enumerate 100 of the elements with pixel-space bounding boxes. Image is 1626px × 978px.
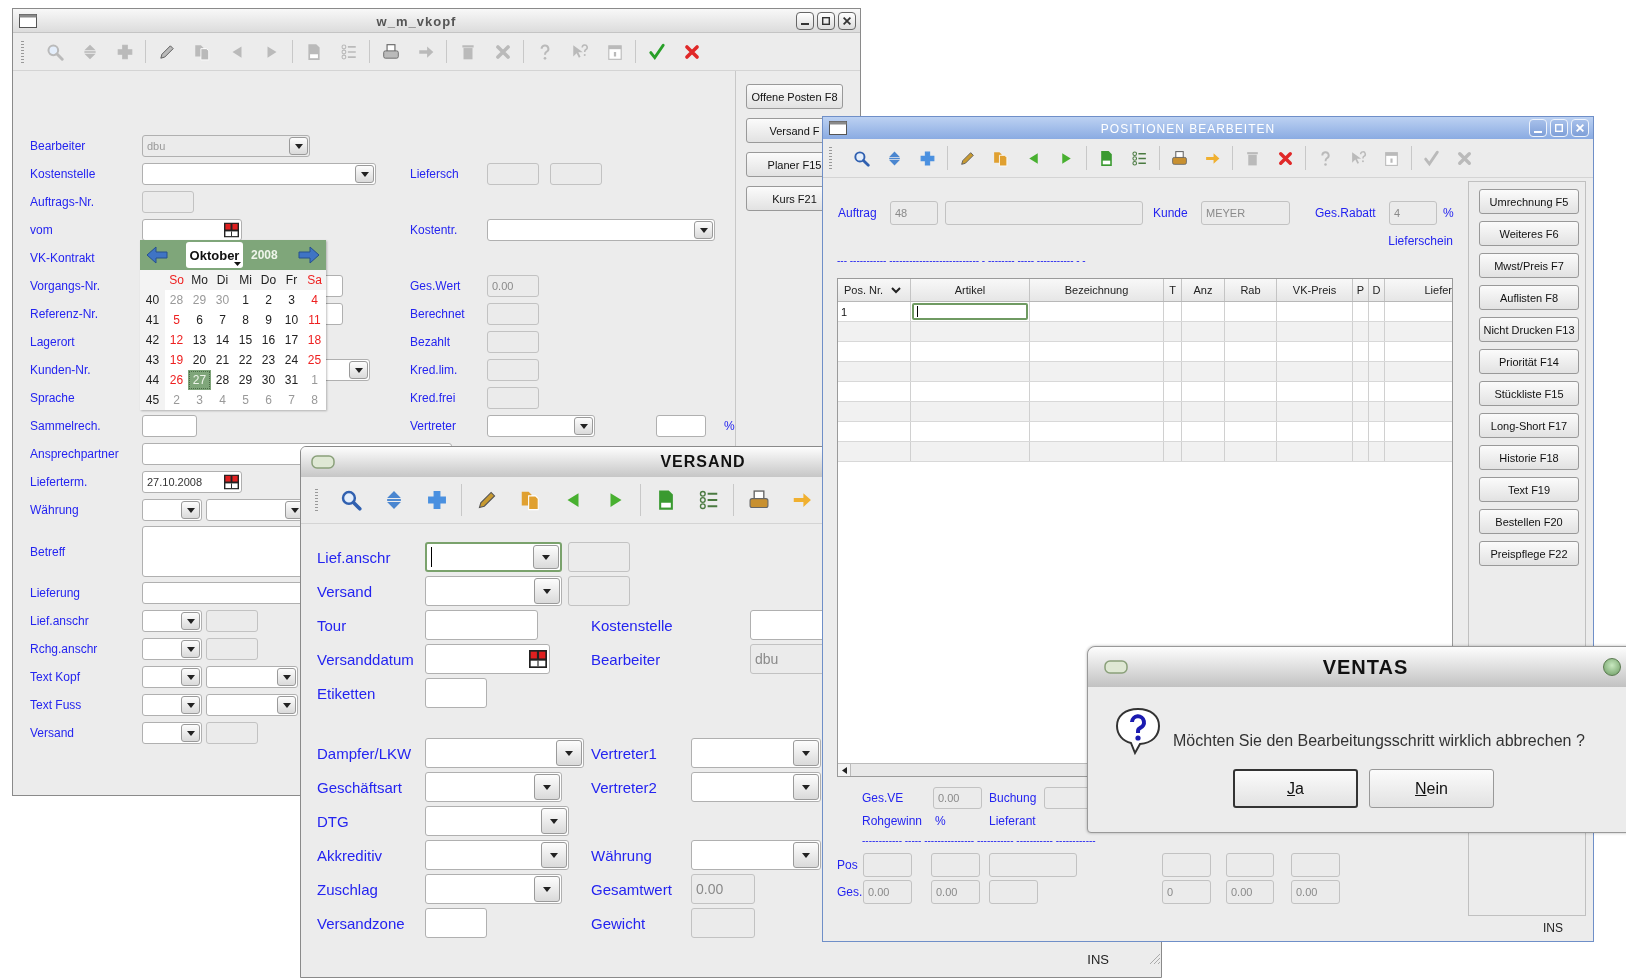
dropdown-field[interactable] — [142, 722, 202, 744]
dropdown-button[interactable] — [181, 668, 200, 686]
text-field[interactable] — [425, 678, 487, 708]
list-icon[interactable] — [1131, 149, 1148, 167]
close-button[interactable] — [838, 11, 856, 30]
action-button[interactable]: Priorität F14 — [1479, 349, 1579, 374]
dropdown-field[interactable] — [487, 219, 715, 241]
resize-grip-icon[interactable] — [1149, 953, 1161, 965]
dropdown-button[interactable] — [556, 740, 582, 766]
dropdown-field[interactable] — [425, 806, 569, 836]
dropdown-field[interactable] — [142, 610, 202, 632]
dropdown-button[interactable] — [534, 876, 560, 902]
calendar-day[interactable]: 5 — [165, 310, 188, 330]
checkmark-icon[interactable] — [647, 42, 666, 61]
calendar-day[interactable]: 17 — [280, 330, 303, 350]
column-header[interactable]: P — [1353, 279, 1369, 301]
left-arrow-icon[interactable] — [146, 246, 168, 264]
dropdown-field[interactable] — [691, 738, 821, 768]
calendar-day[interactable]: 22 — [234, 350, 257, 370]
calendar-day[interactable]: 1 — [234, 290, 257, 310]
search-icon[interactable] — [339, 489, 362, 511]
calendar-day[interactable]: 29 — [234, 370, 257, 390]
text-field[interactable] — [425, 610, 538, 640]
printer-icon[interactable] — [747, 489, 770, 511]
date-field[interactable] — [425, 644, 550, 674]
dropdown-field[interactable] — [142, 163, 376, 185]
column-header[interactable]: Bezeichnung — [1030, 279, 1164, 301]
action-button[interactable]: Nicht Drucken F13 — [1479, 317, 1579, 342]
cell-editor[interactable] — [912, 303, 1028, 320]
column-header[interactable]: Liefer — [1385, 279, 1452, 301]
dropdown-field[interactable] — [142, 499, 202, 521]
dropdown-button[interactable] — [355, 165, 374, 183]
dropdown-button[interactable] — [277, 696, 296, 714]
calendar-day[interactable]: 20 — [188, 350, 211, 370]
column-header[interactable]: VK-Preis — [1277, 279, 1353, 301]
calendar-day[interactable]: 2 — [257, 290, 280, 310]
calendar-day[interactable]: 6 — [188, 310, 211, 330]
dropdown-button[interactable] — [534, 578, 560, 604]
dropdown-field[interactable] — [425, 874, 562, 904]
dropdown-button[interactable] — [181, 696, 200, 714]
calendar-day[interactable]: 26 — [165, 370, 188, 390]
action-button[interactable]: Bestellen F20 — [1479, 509, 1579, 534]
plus-icon[interactable] — [425, 489, 448, 511]
action-button[interactable]: Weiteres F6 — [1479, 221, 1579, 246]
action-button[interactable]: Umrechnung F5 — [1479, 189, 1579, 214]
calendar-day[interactable]: 13 — [188, 330, 211, 350]
calendar-icon[interactable] — [224, 474, 239, 490]
dropdown-button[interactable] — [277, 668, 296, 686]
plus-icon[interactable] — [919, 149, 936, 167]
calendar-day[interactable]: 15 — [234, 330, 257, 350]
column-header[interactable]: D — [1369, 279, 1385, 301]
dropdown-field[interactable] — [142, 694, 202, 716]
window-control-button[interactable] — [1603, 658, 1621, 676]
calendar-day[interactable]: 9 — [257, 310, 280, 330]
toolbar-grip[interactable] — [829, 147, 832, 169]
dropdown-field[interactable] — [142, 666, 202, 688]
delete-icon[interactable] — [1277, 149, 1294, 167]
dropdown-field[interactable] — [487, 415, 595, 437]
dropdown-button[interactable] — [541, 808, 567, 834]
dropdown-field[interactable] — [206, 666, 298, 688]
toolbar-grip[interactable] — [21, 40, 24, 63]
text-field[interactable] — [425, 908, 487, 938]
dropdown-button[interactable] — [793, 774, 819, 800]
column-header[interactable]: Rab — [1225, 279, 1277, 301]
dropdown-button[interactable] — [533, 545, 559, 569]
action-button[interactable]: Historie F18 — [1479, 445, 1579, 470]
dropdown-button[interactable] — [181, 612, 200, 630]
cancel-icon[interactable] — [682, 42, 701, 61]
calendar-day[interactable]: 25 — [303, 350, 326, 370]
dropdown-button[interactable] — [793, 740, 819, 766]
up-down-arrows-icon[interactable] — [886, 149, 903, 167]
calendar-day[interactable]: 31 — [280, 370, 303, 390]
printer-icon[interactable] — [1171, 149, 1188, 167]
calendar-day[interactable]: 7 — [211, 310, 234, 330]
document-icon[interactable] — [1098, 149, 1115, 167]
dropdown-button[interactable] — [181, 501, 200, 519]
action-button[interactable]: Offene Posten F8 — [746, 84, 843, 109]
dropdown-field[interactable] — [425, 576, 562, 606]
dropdown-field[interactable] — [691, 840, 821, 870]
action-button[interactable]: Mwst/Preis F7 — [1479, 253, 1579, 278]
action-button[interactable]: Text F19 — [1479, 477, 1579, 502]
calendar-day[interactable]: 28 — [211, 370, 234, 390]
calendar-day[interactable]: 11 — [303, 310, 326, 330]
copy-icon[interactable] — [992, 149, 1009, 167]
column-header[interactable]: Pos. Nr. — [838, 279, 911, 301]
toolbar-grip[interactable] — [315, 489, 318, 511]
calendar-icon[interactable] — [224, 222, 239, 238]
action-button[interactable]: Preispflege F22 — [1479, 541, 1579, 566]
action-button[interactable]: Auflisten F8 — [1479, 285, 1579, 310]
text-field[interactable] — [142, 415, 197, 437]
action-button[interactable]: Long-Short F17 — [1479, 413, 1579, 438]
calendar-day[interactable]: 19 — [165, 350, 188, 370]
window-menu-icon[interactable] — [829, 121, 847, 135]
right-arrow-icon[interactable] — [298, 246, 320, 264]
dropdown-field[interactable] — [142, 638, 202, 660]
pencil-icon[interactable] — [959, 149, 976, 167]
dropdown-button[interactable] — [534, 774, 560, 800]
dropdown-field[interactable] — [691, 772, 821, 802]
column-header[interactable]: Anz — [1182, 279, 1225, 301]
month-dropdown[interactable]: Oktober — [186, 242, 243, 268]
